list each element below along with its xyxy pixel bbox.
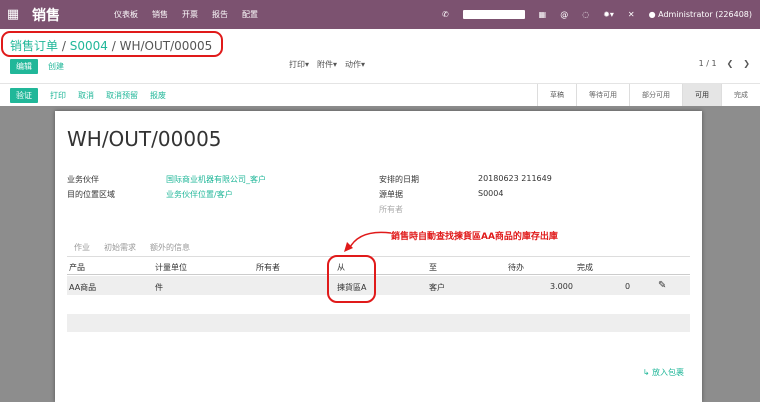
- menu-dashboard[interactable]: 仪表板: [114, 9, 138, 20]
- tab-operations[interactable]: 作业: [74, 242, 90, 253]
- doc-title: WH/OUT/00005: [67, 127, 222, 151]
- stage-draft[interactable]: 草稿: [537, 84, 576, 106]
- cell-done: 0: [625, 282, 631, 291]
- print-button[interactable]: 打印: [50, 90, 66, 101]
- top-menu: 仪表板 销售 开票 报告 配置: [114, 9, 258, 20]
- top-right-area: ✆ ▦ @ ◌ ✹▾ ✕ ● Administrator (226408): [442, 0, 752, 29]
- partner-label: 业务伙伴: [67, 175, 99, 184]
- cancel-reserve-button[interactable]: 取消预留: [106, 90, 138, 101]
- annotation-arrow-icon: [344, 231, 392, 252]
- validate-button[interactable]: 验证: [10, 88, 38, 103]
- at-icon[interactable]: @: [560, 10, 568, 19]
- scrap-button[interactable]: 报废: [150, 90, 166, 101]
- cell-product: AA商品: [69, 283, 97, 292]
- dest-value[interactable]: 业务伙伴位置/客户: [166, 189, 233, 200]
- next-icon[interactable]: ❯: [743, 59, 750, 68]
- bug-icon[interactable]: ✹▾: [603, 10, 614, 19]
- menu-sales[interactable]: 销售: [152, 9, 168, 20]
- prev-icon[interactable]: ❮: [727, 59, 734, 68]
- dest-label: 目的位置区域: [67, 190, 115, 199]
- put-in-pack-link[interactable]: ↳ 放入包裹: [643, 367, 684, 378]
- apps-grid-icon[interactable]: ▦: [0, 0, 26, 29]
- cancel-button[interactable]: 取消: [78, 90, 94, 101]
- menu-invoicing[interactable]: 开票: [182, 9, 198, 20]
- avatar-icon: ●: [648, 10, 656, 19]
- status-buttons: 验证 打印 取消 取消预留 报废: [10, 88, 166, 103]
- attach-label: 附件: [317, 60, 334, 69]
- apps-icon[interactable]: ▦: [539, 10, 547, 19]
- cell-to: 客户: [429, 283, 445, 292]
- menu-config[interactable]: 配置: [242, 9, 258, 20]
- stage-bar: 草稿 等待可用 部分可用 可用 完成: [537, 84, 760, 106]
- print-dropdown[interactable]: 打印▾: [289, 59, 309, 70]
- cell-uom: 件: [155, 283, 163, 292]
- col-done[interactable]: 完成: [577, 262, 593, 273]
- cell-todo: 3.000: [550, 282, 573, 291]
- top-navbar: ▦ 销售 仪表板 销售 开票 报告 配置 ✆ ▦ @ ◌ ✹▾ ✕ ● Admi…: [0, 0, 760, 29]
- status-bar: 验证 打印 取消 取消预留 报废 草稿 等待可用 部分可用 可用 完成: [0, 83, 760, 106]
- put-in-pack-label: 放入包裹: [652, 368, 684, 377]
- annotation-text: 銷售時自動查找揀貨區AA商品的庫存出庫: [391, 232, 558, 242]
- stage-done[interactable]: 完成: [721, 84, 760, 106]
- from-column-highlight: [327, 255, 376, 303]
- empty-row: [67, 314, 690, 332]
- tab-initial-demand[interactable]: 初始需求: [104, 242, 136, 253]
- col-owner[interactable]: 所有者: [256, 262, 280, 273]
- date-label: 安排的日期: [379, 175, 419, 184]
- user-name: Administrator (226408): [658, 10, 752, 19]
- menu-reports[interactable]: 报告: [212, 9, 228, 20]
- owner-label: 所有者: [379, 205, 403, 214]
- create-button[interactable]: 创建: [42, 59, 70, 74]
- stage-partial[interactable]: 部分可用: [629, 84, 682, 106]
- action-dropdown[interactable]: 动作▾: [345, 59, 365, 70]
- breadcrumb-highlight: [1, 31, 223, 57]
- pack-icon: ↳: [642, 368, 650, 377]
- tab-extra-info[interactable]: 额外的信息: [150, 242, 190, 253]
- form-sheet: WH/OUT/00005 业务伙伴 国际商业机器有限公司_客户 目的位置区域 业…: [55, 111, 702, 402]
- actions-bar: 打印▾ 附件▾ 动作▾: [289, 59, 365, 70]
- stage-waiting[interactable]: 等待可用: [576, 84, 629, 106]
- action-label: 动作: [345, 60, 362, 69]
- partner-value[interactable]: 国际商业机器有限公司_客户: [166, 174, 266, 185]
- top-search-input[interactable]: [462, 10, 525, 19]
- close-icon[interactable]: ✕: [628, 10, 635, 19]
- stage-available[interactable]: 可用: [682, 84, 721, 106]
- col-product[interactable]: 产品: [69, 262, 85, 273]
- pager: 1 / 1 ❮ ❯: [699, 59, 750, 68]
- edit-pencil-icon[interactable]: ✎: [658, 280, 666, 291]
- print-label: 打印: [289, 60, 305, 69]
- notebook-tabs: 作业 初始需求 额外的信息: [74, 242, 190, 253]
- chat-icon[interactable]: ◌: [582, 10, 589, 19]
- col-todo[interactable]: 待办: [508, 262, 524, 273]
- user-menu[interactable]: ● Administrator (226408): [649, 10, 752, 19]
- date-value: 20180623 211649: [478, 174, 552, 183]
- origin-label: 源单据: [379, 190, 403, 199]
- phone-icon[interactable]: ✆: [442, 10, 449, 19]
- attach-dropdown[interactable]: 附件▾: [317, 59, 337, 70]
- col-to[interactable]: 至: [429, 262, 437, 273]
- edit-button[interactable]: 编辑: [10, 59, 38, 74]
- col-uom[interactable]: 计量单位: [155, 262, 187, 273]
- origin-value: S0004: [478, 189, 504, 198]
- header-divider: [67, 274, 690, 275]
- app-title: 销售: [32, 7, 60, 24]
- pager-value[interactable]: 1 / 1: [699, 59, 717, 68]
